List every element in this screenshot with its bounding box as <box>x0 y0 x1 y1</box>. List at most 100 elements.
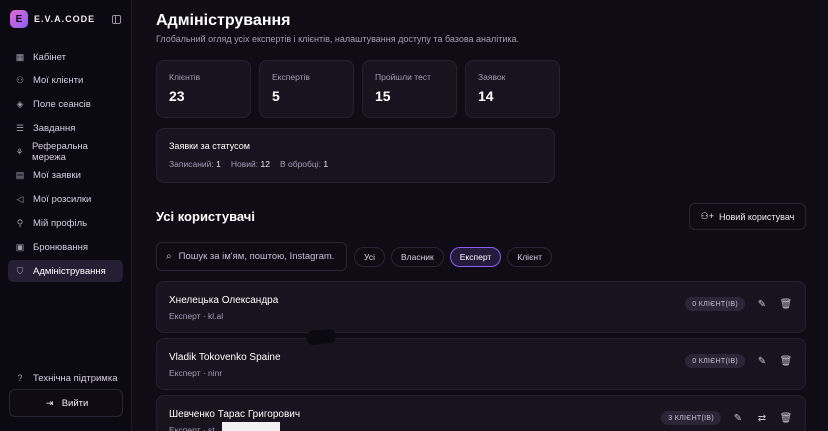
delete-icon[interactable]: 🗑 <box>779 297 793 311</box>
user-card[interactable]: Vladik Tokovenko Spaine Експерт · ninr 0 К… <box>156 338 806 390</box>
sidebar-item-7[interactable]: ⚲ Мій профіль <box>8 213 123 235</box>
transfer-icon[interactable]: ⇄ <box>755 411 769 425</box>
layers-icon: ◈ <box>16 99 24 110</box>
user-meta: Експерт · ninr <box>169 368 223 378</box>
filter-chip[interactable]: Усі <box>354 247 385 267</box>
logout-label: Вийти <box>61 397 89 409</box>
network-icon: ⚘ <box>15 146 24 157</box>
user-name: Vladik Tokovenko Spaine <box>169 352 281 363</box>
sidebar-collapse-icon[interactable] <box>112 14 121 24</box>
sidebar-item-1[interactable]: ⚇ Мої клієнти <box>8 70 123 92</box>
logout-button[interactable]: ⇥ Вийти <box>9 389 123 417</box>
sidebar-item-label: Мої розсилки <box>33 194 92 206</box>
stat-value: 23 <box>169 88 185 104</box>
status-value: 12 <box>260 159 270 169</box>
status-item: Записаний: 1 <box>169 159 221 169</box>
stat-card: Заявок 14 <box>465 60 560 118</box>
users-icon: ⚇ <box>15 75 25 86</box>
stat-card: Клієнтів 23 <box>156 60 251 118</box>
sidebar-item-label: Мій профіль <box>33 218 88 230</box>
filter-chip[interactable]: Експерт <box>449 247 502 267</box>
megaphone-icon: ◁ <box>16 194 24 205</box>
user-actions: 0 КЛІЄНТ(ІВ) ✎ 🗑 <box>685 354 793 368</box>
clients-count-badge: 3 КЛІЄНТ(ІВ) <box>661 411 721 425</box>
support-link[interactable]: ? Технічна підтримка <box>8 370 124 386</box>
sidebar-item-label: Кабінет <box>33 51 66 63</box>
user-meta: Експерт · st <box>169 425 215 431</box>
status-card: Заявки за статусом Записаний: 1 Новий: 12… <box>156 128 555 183</box>
status-value: 1 <box>323 159 329 169</box>
search-input[interactable] <box>178 251 334 262</box>
status-title: Заявки за статусом <box>169 141 250 151</box>
document-icon: ▤ <box>15 170 25 181</box>
sidebar-item-label: Мої заявки <box>33 170 81 182</box>
stat-label: Експертів <box>272 72 310 82</box>
stat-value: 5 <box>272 88 280 104</box>
sidebar-item-8[interactable]: ▣ Бронювання <box>8 236 123 258</box>
sidebar-item-label: Поле сеансів <box>33 99 91 111</box>
status-value: 1 <box>216 159 221 169</box>
page-subtitle: Глобальний огляд усіх експертів і клієнт… <box>156 34 520 44</box>
brand: E E.V.A.CODE <box>0 0 131 38</box>
status-label: Записаний: <box>169 159 214 169</box>
filter-chip[interactable]: Клієнт <box>507 247 552 267</box>
stat-value: 15 <box>375 88 391 104</box>
support-label: Технічна підтримка <box>33 372 118 384</box>
user-icon: ⚲ <box>16 218 24 229</box>
user-name: Хнелецька Олександра <box>169 295 279 306</box>
stat-label: Пройшли тест <box>375 72 431 82</box>
status-row: Записаний: 1 Новий: 12 В обробці: 1 <box>169 159 542 169</box>
clients-count-badge: 0 КЛІЄНТ(ІВ) <box>685 297 745 311</box>
stat-label: Заявок <box>478 72 506 82</box>
user-meta: Експерт · kl.al <box>169 311 224 321</box>
checklist-icon: ☰ <box>15 122 25 133</box>
users-section-title: Усі користувачі <box>156 209 255 224</box>
search-icon: ⌕ <box>166 251 172 262</box>
sidebar: E E.V.A.CODE ▦ Кабінет ⚇ Мої клієнти ◈ Поле с… <box>0 0 132 431</box>
help-icon: ? <box>17 373 23 383</box>
user-card[interactable]: Хнелецька Олександра Експерт · kl.al 0 КЛІ… <box>156 281 806 333</box>
user-actions: 0 КЛІЄНТ(ІВ) ✎ 🗑 <box>685 297 793 311</box>
sidebar-item-2[interactable]: ◈ Поле сеансів <box>8 94 123 116</box>
stat-value: 14 <box>478 88 494 104</box>
sidebar-item-label: Адміністрування <box>33 265 106 277</box>
sidebar-item-9[interactable]: ⛉ Адміністрування <box>8 260 123 283</box>
stat-label: Клієнтів <box>169 72 201 82</box>
add-user-icon: ⚇+ <box>700 211 714 221</box>
sidebar-item-6[interactable]: ◁ Мої розсилки <box>8 189 123 211</box>
sidebar-item-5[interactable]: ▤ Мої заявки <box>8 165 123 187</box>
delete-icon[interactable]: 🗑 <box>779 411 793 425</box>
sidebar-item-label: Завдання <box>33 122 76 134</box>
sidebar-item-0[interactable]: ▦ Кабінет <box>8 46 123 68</box>
sidebar-item-label: Реферальна мережа <box>32 141 88 164</box>
brand-name: E.V.A.CODE <box>34 14 96 24</box>
sidebar-item-3[interactable]: ☰ Завдання <box>8 117 123 139</box>
status-label: Новий: <box>230 159 259 169</box>
new-user-button[interactable]: ⚇+ Новий користувач <box>689 203 806 230</box>
status-item: Новий: 12 <box>231 159 270 169</box>
user-actions: 3 КЛІЄНТ(ІВ) ✎ ⇄ 🗑 <box>661 411 793 425</box>
edit-icon[interactable]: ✎ <box>731 411 745 425</box>
calendar-icon: ▣ <box>15 241 25 252</box>
role-filters: Усі Власник Експерт Клієнт <box>354 247 552 267</box>
page-title: Адміністрування <box>156 12 291 29</box>
edit-icon[interactable]: ✎ <box>755 354 769 368</box>
stat-card: Експертів 5 <box>259 60 354 118</box>
user-name: Шевченко Тарас Григорович <box>169 409 301 420</box>
sidebar-item-label: Бронювання <box>33 241 89 253</box>
sidebar-item-4[interactable]: ⚘ Реферальна мережа <box>8 141 123 163</box>
logout-icon: ⇥ <box>45 397 54 408</box>
grid-icon: ▦ <box>15 51 25 62</box>
main-content: Адміністрування Глобальний огляд усіх ек… <box>132 0 828 431</box>
edit-icon[interactable]: ✎ <box>755 297 769 311</box>
sidebar-nav: ▦ Кабінет ⚇ Мої клієнти ◈ Поле сеансів ☰ Завдан… <box>0 46 131 283</box>
clients-count-badge: 0 КЛІЄНТ(ІВ) <box>685 354 745 368</box>
sidebar-item-label: Мої клієнти <box>33 75 84 87</box>
delete-icon[interactable]: 🗑 <box>779 354 793 368</box>
brand-logo[interactable]: E <box>10 10 28 28</box>
overlay-shape <box>222 422 280 431</box>
search-box: ⌕ <box>156 242 347 271</box>
shield-icon: ⛉ <box>16 265 24 276</box>
new-user-label: Новий користувач <box>719 211 795 222</box>
filter-chip[interactable]: Власник <box>390 247 444 267</box>
